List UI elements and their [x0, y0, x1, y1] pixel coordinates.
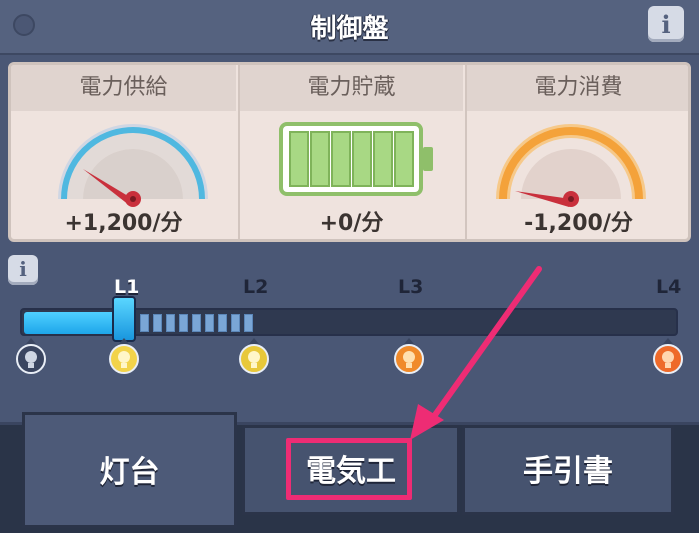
pointer-arrow-icon — [410, 266, 542, 440]
